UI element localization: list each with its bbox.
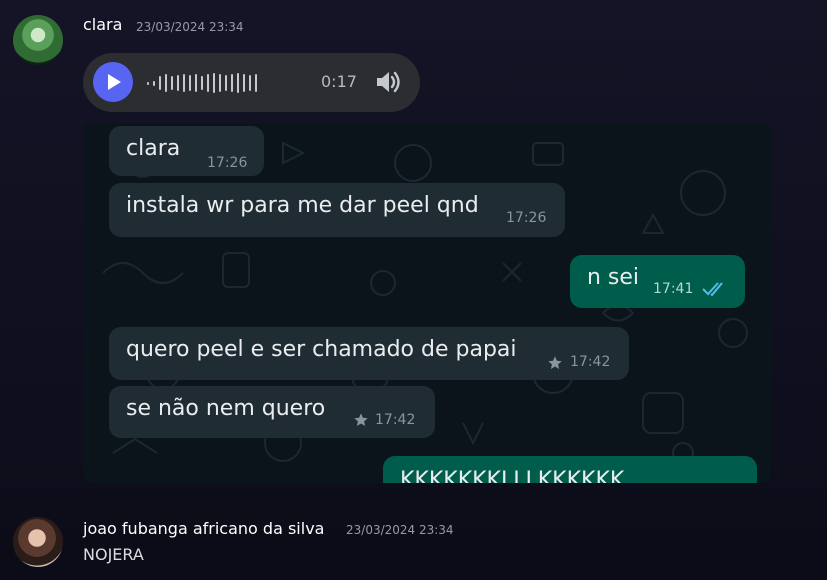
star-icon (548, 356, 562, 369)
wa-bubble-time: 17:42 (570, 354, 611, 370)
wa-bubble-time: 17:26 (207, 155, 248, 171)
play-icon (108, 74, 121, 90)
wa-bubble-time: 17:42 (375, 412, 416, 428)
whatsapp-screenshot[interactable]: clara 17:26 instala wr para me dar peel … (83, 123, 771, 483)
star-icon (354, 413, 368, 426)
play-button[interactable] (93, 62, 133, 102)
wa-bubble-time: 17:41 (653, 281, 694, 297)
wa-bubble-time: 17:26 (506, 210, 547, 226)
double-check-icon (702, 282, 723, 297)
wa-bubble-incoming: se não nem quero 17:42 (109, 386, 435, 438)
voice-message: 0:17 (83, 53, 420, 112)
volume-icon[interactable] (375, 69, 403, 95)
username[interactable]: clara (83, 15, 122, 34)
message-joao: joao fubanga africano da silva 23/03/202… (0, 505, 827, 580)
avatar[interactable] (13, 517, 63, 567)
wa-bubble-text: instala wr para me dar peel qnd (126, 193, 479, 218)
voice-duration: 0:17 (321, 72, 357, 91)
wa-bubble-incoming: instala wr para me dar peel qnd 17:26 (109, 183, 565, 237)
wa-bubble-text: se não nem quero (126, 396, 326, 421)
waveform[interactable] (147, 71, 257, 95)
wa-bubble-outgoing: n sei 17:41 (570, 255, 745, 308)
username[interactable]: joao fubanga africano da silva (83, 519, 324, 538)
wa-bubble-text: n sei (587, 265, 640, 290)
wa-bubble-text: KKKKKKKLLLKKKKKK (400, 468, 625, 483)
wa-bubble-incoming: quero peel e ser chamado de papai 17:42 (109, 327, 629, 380)
wa-bubble-text: clara (126, 136, 181, 161)
wa-bubble-text: quero peel e ser chamado de papai (126, 337, 517, 362)
avatar[interactable] (13, 15, 63, 65)
message-timestamp: 23/03/2024 23:34 (136, 20, 244, 34)
message-timestamp: 23/03/2024 23:34 (346, 523, 454, 537)
message-clara: clara 23/03/2024 23:34 0:17 clara 17:26 … (0, 0, 827, 500)
wa-bubble-outgoing: KKKKKKKLLLKKKKKK (383, 456, 757, 483)
wa-bubble-incoming: clara 17:26 (109, 126, 264, 176)
message-text: NOJERA (83, 545, 144, 564)
